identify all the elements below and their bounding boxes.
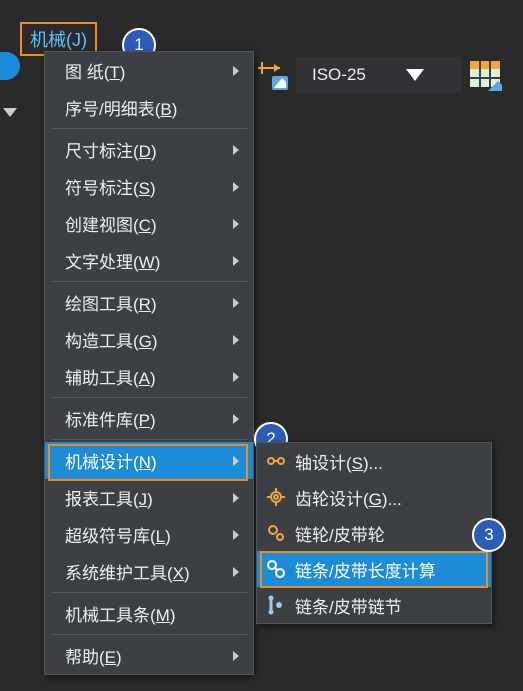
menu-item-label: 机械工具条(M): [65, 601, 239, 626]
menu-item-11[interactable]: 报表工具(J): [45, 479, 253, 516]
menu-separator: [51, 128, 247, 129]
menu-item-label: 图 纸(T): [65, 58, 227, 83]
menu-item-10[interactable]: 机械设计(N): [45, 442, 253, 479]
left-tab-edge: [0, 52, 20, 122]
chevron-down-icon: [406, 69, 424, 81]
menu-item-label: 报表工具(J): [65, 485, 227, 510]
chain-icon: [265, 558, 287, 580]
dimension-style-icon[interactable]: [256, 58, 290, 92]
annotation-badge-3: 3: [472, 518, 506, 552]
submenu-item-label: 轴设计(S)...: [295, 449, 383, 474]
submenu-item-4[interactable]: 链条/皮带链节: [257, 587, 491, 623]
menu-item-12[interactable]: 超级符号库(L): [45, 516, 253, 553]
submenu-item-label: 链条/皮带链节: [295, 593, 402, 618]
app-canvas: 机械(J) 1 ISO-25: [0, 0, 523, 691]
link-icon: [265, 594, 287, 616]
toolbar: ISO-25: [256, 55, 504, 95]
menu-item-3[interactable]: 符号标注(S): [45, 168, 253, 205]
submenu-item-1[interactable]: 齿轮设计(G)...: [257, 479, 491, 515]
dimstyle-value: ISO-25: [312, 65, 366, 85]
menu-item-7[interactable]: 构造工具(G): [45, 321, 253, 358]
sprocket-icon: [265, 522, 287, 544]
menu-item-6[interactable]: 绘图工具(R): [45, 284, 253, 321]
submenu-arrow-icon: [233, 414, 239, 424]
dropdown-caret-icon[interactable]: [3, 108, 17, 117]
submenu-arrow-icon: [233, 219, 239, 229]
submenu-arrow-icon: [233, 66, 239, 76]
submenu-arrow-icon: [233, 182, 239, 192]
menu-item-label: 符号标注(S): [65, 174, 227, 199]
mechanical-menu: 图 纸(T) 序号/明细表(B) 尺寸标注(D) 符号标注(S) 创建视图(C) 文字处理…: [44, 51, 254, 675]
menu-item-8[interactable]: 辅助工具(A): [45, 358, 253, 395]
menu-item-9[interactable]: 标准件库(P): [45, 400, 253, 437]
submenu-item-label: 链条/皮带长度计算: [295, 557, 436, 582]
menu-item-2[interactable]: 尺寸标注(D): [45, 131, 253, 168]
submenu-arrow-icon: [233, 567, 239, 577]
submenu-item-label: 齿轮设计(G)...: [295, 485, 402, 510]
menu-item-label: 机械设计(N): [65, 448, 227, 473]
gear-icon: [265, 486, 287, 508]
menu-item-15[interactable]: 帮助(E): [45, 637, 253, 674]
menu-separator: [51, 592, 247, 593]
menu-item-4[interactable]: 创建视图(C): [45, 205, 253, 242]
dimstyle-dropdown[interactable]: ISO-25: [296, 57, 462, 93]
submenu-arrow-icon: [233, 530, 239, 540]
submenu-arrow-icon: [233, 372, 239, 382]
submenu-item-label: 链轮/皮带轮: [295, 521, 385, 546]
submenu-item-3[interactable]: 链条/皮带长度计算: [257, 551, 491, 587]
menu-separator: [51, 281, 247, 282]
submenu-arrow-icon: [233, 298, 239, 308]
menu-item-5[interactable]: 文字处理(W): [45, 242, 253, 279]
shaft-icon: [265, 450, 287, 472]
submenu-arrow-icon: [233, 145, 239, 155]
menu-item-1[interactable]: 序号/明细表(B): [45, 89, 253, 126]
menu-item-label: 标准件库(P): [65, 406, 227, 431]
active-tab-peek[interactable]: [0, 52, 20, 80]
menu-separator: [51, 439, 247, 440]
menu-item-label: 序号/明细表(B): [65, 95, 239, 120]
menubar-mechanical-label: 机械(J): [30, 30, 87, 50]
submenu-item-2[interactable]: 链轮/皮带轮: [257, 515, 491, 551]
menu-item-label: 文字处理(W): [65, 248, 227, 273]
submenu-arrow-icon: [233, 493, 239, 503]
menu-item-label: 构造工具(G): [65, 327, 227, 352]
menu-item-label: 超级符号库(L): [65, 522, 227, 547]
menu-item-label: 辅助工具(A): [65, 364, 227, 389]
submenu-item-0[interactable]: 轴设计(S)...: [257, 443, 491, 479]
menu-item-label: 创建视图(C): [65, 211, 227, 236]
menu-item-label: 尺寸标注(D): [65, 137, 227, 162]
submenu-arrow-icon: [233, 456, 239, 466]
table-style-icon[interactable]: [468, 57, 504, 93]
menu-item-label: 绘图工具(R): [65, 290, 227, 315]
menu-item-0[interactable]: 图 纸(T): [45, 52, 253, 89]
menu-item-label: 帮助(E): [65, 643, 227, 668]
menu-item-13[interactable]: 系统维护工具(X): [45, 553, 253, 590]
submenu-arrow-icon: [233, 335, 239, 345]
submenu-arrow-icon: [233, 256, 239, 266]
mechanical-design-submenu: 轴设计(S)... 齿轮设计(G)... 链轮/皮带轮链条/皮带长度计算链条/皮带链…: [256, 442, 492, 624]
menu-separator: [51, 397, 247, 398]
menu-separator: [51, 634, 247, 635]
menu-item-14[interactable]: 机械工具条(M): [45, 595, 253, 632]
submenu-arrow-icon: [233, 651, 239, 661]
menu-item-label: 系统维护工具(X): [65, 559, 227, 584]
